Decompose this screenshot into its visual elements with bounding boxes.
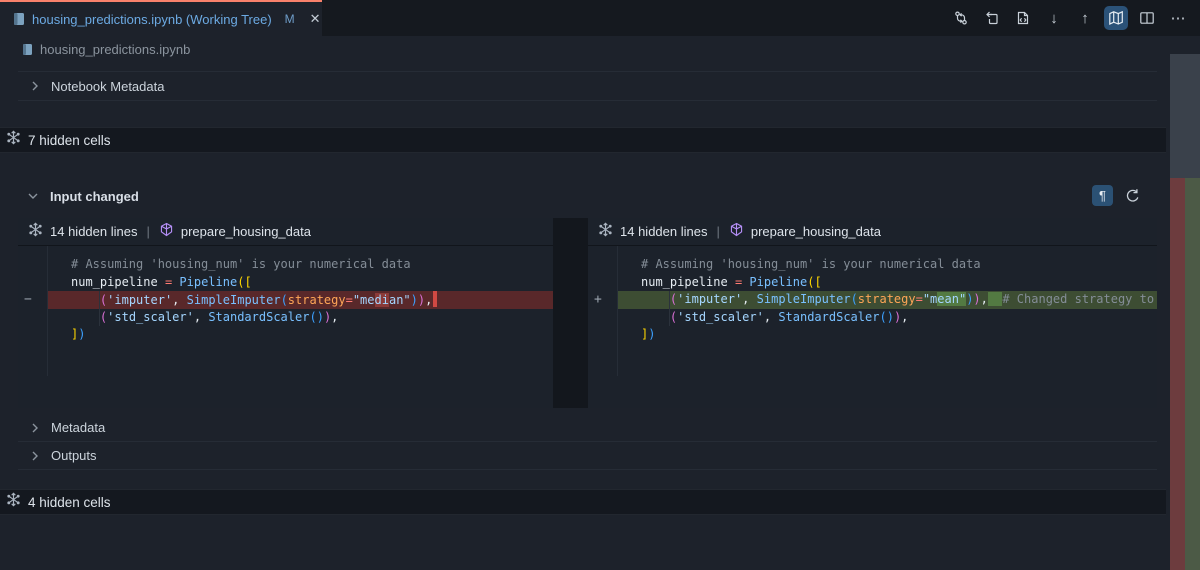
notebook-metadata-row[interactable]: Notebook Metadata [18, 71, 1157, 101]
diff-pane-modified[interactable]: 14 hidden lines | prepare_housing_data #… [588, 218, 1157, 408]
ruler-deleted-marker [1170, 178, 1185, 570]
next-change-icon[interactable]: ↓ [1042, 6, 1066, 30]
notebook-metadata-label: Notebook Metadata [51, 79, 164, 94]
deleted-text-marker [433, 291, 437, 307]
code-editor-original[interactable]: # Assuming 'housing_num' is your numeric… [18, 246, 553, 408]
open-file-code-icon[interactable] [1011, 6, 1035, 30]
outputs-label: Outputs [51, 448, 97, 463]
modified-badge: M [285, 12, 295, 26]
discard-changes-icon[interactable] [980, 6, 1004, 30]
code-line[interactable]: num_pipeline = Pipeline([ [18, 274, 553, 292]
code-tokens: num_pipeline = Pipeline([ [71, 275, 252, 289]
editor-toolbar: ↓ ↑ ⋯ [949, 0, 1190, 36]
code-line[interactable]: ]) [588, 326, 1157, 344]
code-tokens: # Assuming 'housing_num' is your numeric… [71, 257, 411, 271]
chevron-right-icon [27, 448, 43, 464]
symbol-name: prepare_housing_data [751, 224, 881, 239]
scrollbar-thumb[interactable] [1170, 54, 1200, 178]
git-compare-icon[interactable] [949, 6, 973, 30]
separator: | [714, 224, 721, 239]
symbol-cube-icon [729, 222, 744, 242]
code-line[interactable]: ]) [18, 326, 553, 344]
hidden-cells-label: 7 hidden cells [28, 133, 111, 148]
input-changed-header[interactable]: Input changed ¶ [18, 182, 1157, 210]
code-editor-modified[interactable]: # Assuming 'housing_num' is your numeric… [588, 246, 1157, 408]
diff-pane-header[interactable]: 14 hidden lines | prepare_housing_data [18, 218, 553, 246]
hidden-cells-label: 4 hidden cells [28, 495, 111, 510]
hidden-lines-label: 14 hidden lines [50, 224, 137, 239]
chevron-right-icon [27, 420, 43, 436]
separator: | [144, 224, 151, 239]
code-tokens: ('imputer', SimpleImputer(strategy="mean… [641, 292, 1157, 306]
indent-guide [99, 291, 100, 326]
code-line[interactable]: # Assuming 'housing_num' is your numeric… [588, 256, 1157, 274]
breadcrumb-file: housing_predictions.ipynb [40, 42, 190, 57]
unfold-icon [28, 222, 43, 242]
close-icon[interactable]: ✕ [310, 11, 321, 27]
tab-strip: housing_predictions.ipynb (Working Tree)… [0, 0, 1200, 36]
map-toggle-icon[interactable] [1104, 6, 1128, 30]
gutter-separator [47, 246, 48, 376]
revert-cell-icon[interactable] [1123, 187, 1141, 205]
symbol-name: prepare_housing_data [181, 224, 311, 239]
code-tokens: ('imputer', SimpleImputer(strategy="medi… [71, 293, 437, 307]
notebook-icon [13, 12, 25, 26]
diff-pane-header[interactable]: 14 hidden lines | prepare_housing_data [588, 218, 1157, 246]
ruler-added-marker [1185, 178, 1200, 570]
added-line-gutter-icon: + [594, 291, 614, 309]
removed-line-gutter-icon: − [24, 291, 44, 309]
tab-housing-predictions[interactable]: housing_predictions.ipynb (Working Tree)… [0, 0, 322, 36]
code-tokens: ]) [641, 327, 655, 341]
notebook-icon [22, 43, 33, 56]
breadcrumb[interactable]: housing_predictions.ipynb [0, 36, 1166, 62]
tab-title: housing_predictions.ipynb (Working Tree) [32, 12, 272, 27]
symbol-cube-icon [159, 222, 174, 242]
chevron-right-icon [27, 78, 43, 94]
code-line[interactable]: ('std_scaler', StandardScaler()), [588, 309, 1157, 327]
outputs-row[interactable]: Outputs [18, 442, 1157, 470]
code-tokens: num_pipeline = Pipeline([ [641, 275, 822, 289]
unfold-icon [598, 222, 613, 242]
code-line[interactable]: + ('imputer', SimpleImputer(strategy="me… [588, 291, 1157, 309]
previous-change-icon[interactable]: ↑ [1073, 6, 1097, 30]
overview-ruler[interactable] [1170, 0, 1200, 570]
diff-line-background [47, 326, 553, 344]
toggle-whitespace-button[interactable]: ¶ [1092, 185, 1113, 206]
metadata-label: Metadata [51, 420, 105, 435]
diff-pane-original[interactable]: 14 hidden lines | prepare_housing_data #… [18, 218, 553, 408]
hidden-lines-label: 14 hidden lines [620, 224, 707, 239]
code-line[interactable]: num_pipeline = Pipeline([ [588, 274, 1157, 292]
chevron-down-icon [25, 188, 41, 204]
input-changed-label: Input changed [50, 189, 139, 204]
metadata-row[interactable]: Metadata [18, 414, 1157, 442]
hidden-cells-row-top[interactable]: 7 hidden cells [0, 127, 1166, 153]
code-tokens: ('std_scaler', StandardScaler()), [71, 310, 338, 324]
hidden-cells-row-bottom[interactable]: 4 hidden cells [0, 489, 1166, 515]
code-tokens: ('std_scaler', StandardScaler()), [641, 310, 908, 324]
code-tokens: ]) [71, 327, 85, 341]
code-line[interactable]: # Assuming 'housing_num' is your numeric… [18, 256, 553, 274]
gutter-separator [617, 246, 618, 376]
code-tokens: # Assuming 'housing_num' is your numeric… [641, 257, 981, 271]
diff-line-background [617, 326, 1157, 344]
split-editor-icon[interactable] [1135, 6, 1159, 30]
indent-guide [669, 291, 670, 326]
unfold-icon [6, 492, 21, 512]
unfold-icon [6, 130, 21, 150]
